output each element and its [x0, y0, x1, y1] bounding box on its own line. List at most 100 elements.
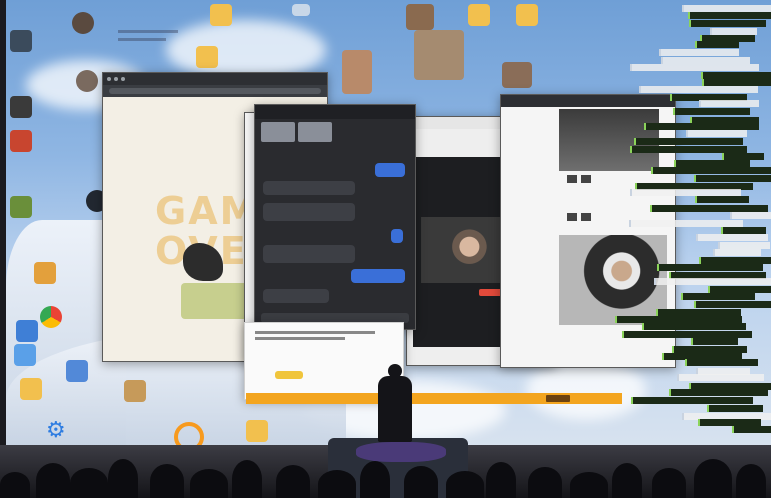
folder-icon[interactable] [468, 4, 490, 26]
text-line [255, 337, 345, 340]
control-button[interactable] [567, 175, 577, 183]
desktop-app-icon[interactable] [16, 320, 38, 342]
window-control-icon[interactable] [114, 77, 118, 81]
audience-member [736, 464, 766, 498]
video-feed [421, 217, 509, 283]
window-control-icon[interactable] [121, 77, 125, 81]
desktop-app-icon[interactable] [124, 380, 146, 402]
chat-tag [671, 345, 747, 353]
chat-tag [658, 48, 739, 56]
avatar[interactable] [76, 70, 98, 92]
control-button[interactable] [581, 175, 591, 183]
chat-tag [681, 4, 771, 12]
chat-tag [685, 359, 759, 367]
chat-message [391, 229, 403, 243]
overwatch-icon[interactable] [174, 422, 204, 445]
chat-window[interactable] [254, 104, 416, 330]
folder-icon[interactable] [20, 378, 42, 400]
chat-tag [694, 196, 749, 204]
folder-icon[interactable] [246, 420, 268, 442]
audience-member [190, 469, 228, 498]
chat-tag [693, 175, 771, 183]
chat-tag [691, 337, 739, 345]
desktop-app-icon[interactable] [34, 262, 56, 284]
audience-member [360, 461, 390, 498]
chat-tag [695, 233, 768, 241]
chat-tag [622, 330, 752, 338]
folder-icon[interactable] [196, 46, 218, 68]
chat-tag [702, 78, 771, 86]
photo-thumbnail[interactable] [342, 50, 372, 94]
chat-tag [674, 159, 750, 167]
chat-overlay-tags [602, 0, 771, 445]
chrome-icon[interactable] [40, 306, 62, 328]
audience-member [404, 466, 438, 498]
chat-tag [688, 19, 766, 27]
avatar[interactable] [72, 12, 94, 34]
control-button[interactable] [567, 213, 577, 221]
chat-tag [681, 293, 756, 301]
desktop-app-icon[interactable] [292, 4, 310, 16]
address-bar[interactable] [103, 85, 327, 97]
audience-member [528, 467, 562, 498]
stage-decoration [356, 442, 446, 462]
chat-tag [718, 242, 771, 250]
folder-icon[interactable] [210, 4, 232, 26]
yellow-button[interactable] [275, 371, 303, 379]
desktop-app-icon[interactable] [14, 344, 36, 366]
audience-member [694, 459, 732, 498]
banner-button[interactable] [546, 395, 570, 402]
chat-tag [713, 249, 761, 257]
photo-thumbnail[interactable] [414, 30, 464, 80]
folder-icon[interactable] [516, 4, 538, 26]
chat-attachments [255, 119, 415, 145]
audience-member [276, 465, 310, 498]
desktop-app-icon[interactable] [10, 30, 32, 52]
text-line [255, 331, 375, 334]
chat-tag [694, 301, 771, 309]
desktop-app-icon[interactable] [66, 360, 88, 382]
photo-scene: GAME OVE [0, 0, 771, 498]
window-titlebar[interactable] [103, 73, 327, 85]
photo-thumbnail[interactable] [502, 62, 532, 88]
chat-tag [699, 256, 771, 264]
icon-label [118, 30, 178, 33]
audience-member [0, 472, 30, 498]
chat-tag [614, 315, 742, 323]
audience-member [446, 471, 484, 498]
chat-tag [698, 419, 761, 427]
photo-thumbnail[interactable] [406, 4, 434, 30]
speaker-body [378, 376, 412, 442]
url-field[interactable] [109, 88, 321, 94]
chat-message [263, 245, 355, 263]
desktop-app-icon[interactable] [10, 96, 32, 118]
chat-tag [643, 123, 759, 131]
chat-tag [628, 219, 744, 227]
gear-icon[interactable]: ⚙ [46, 420, 68, 442]
audience-member [108, 459, 138, 498]
control-button[interactable] [581, 213, 591, 221]
chat-tag [694, 41, 740, 49]
chat-tag [630, 63, 760, 71]
audience-member [486, 462, 516, 498]
desktop-app-icon[interactable] [10, 130, 32, 152]
audience-member [36, 463, 70, 498]
audience-member [570, 472, 608, 498]
attachment-thumbnail[interactable] [261, 122, 295, 142]
chat-tag [707, 405, 764, 413]
window-control-icon[interactable] [107, 77, 111, 81]
cloud [166, 20, 326, 80]
attachment-thumbnail[interactable] [298, 122, 332, 142]
notification-banner[interactable] [246, 393, 622, 404]
chat-tag [685, 130, 748, 138]
chat-tag [633, 137, 743, 145]
audience-member [652, 468, 686, 498]
audience-member [612, 463, 642, 498]
chat-tag [631, 396, 754, 404]
desktop-app-icon[interactable] [10, 196, 32, 218]
chat-message [351, 269, 405, 283]
chat-tag [698, 100, 759, 108]
chat-tag [701, 71, 771, 79]
chat-message [263, 289, 329, 303]
chat-tag [668, 389, 768, 397]
